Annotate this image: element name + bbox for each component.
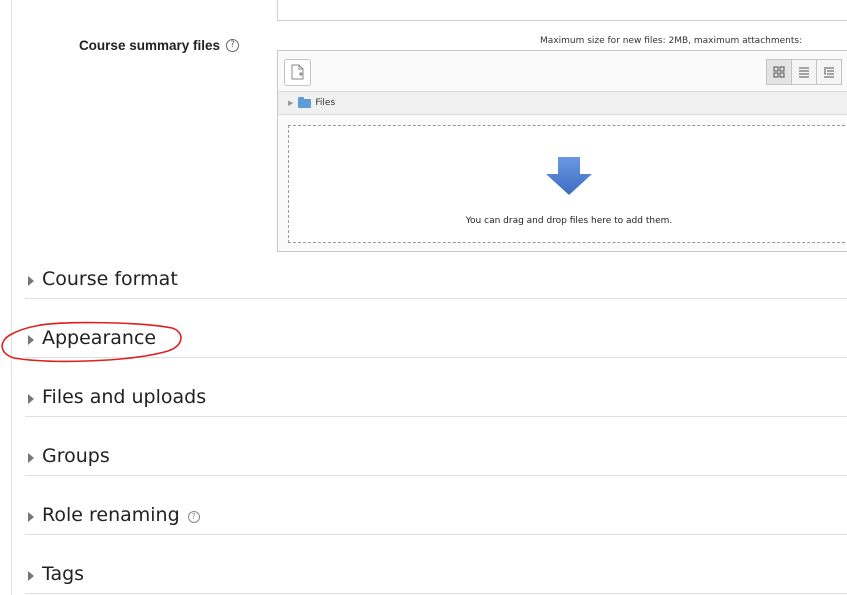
list-view-icon [799, 67, 809, 78]
course-summary-files-label: Course summary files ? [79, 38, 239, 53]
section-title-text: Course format [42, 268, 178, 290]
section-title-text: Role renaming [42, 504, 180, 526]
expand-triangle-icon[interactable]: ▶ [288, 99, 293, 107]
section-title-text: Files and uploads [42, 386, 207, 408]
help-icon[interactable]: ? [187, 511, 200, 523]
add-file-icon [291, 64, 304, 80]
file-path-bar: ▶ Files [278, 91, 847, 115]
expand-caret-icon [28, 453, 34, 463]
path-root-label[interactable]: Files [315, 98, 335, 108]
section-groups[interactable]: Groups [25, 442, 847, 476]
icons-view-button[interactable] [766, 59, 792, 85]
section-title-text: Groups [42, 445, 110, 467]
course-summary-files-label-text: Course summary files [78, 38, 220, 53]
folder-icon [298, 96, 312, 108]
section-title: Files and uploads [42, 386, 206, 408]
section-files-and-uploads[interactable]: Files and uploads [25, 383, 847, 417]
previous-field-box[interactable] [277, 0, 847, 21]
icons-view-icon [773, 66, 785, 78]
red-annotation-circle [1, 321, 182, 363]
section-title: Role renaming? [42, 504, 200, 526]
list-view-button[interactable] [791, 59, 817, 85]
max-size-text: Maximum size for new files: 2MB, maximum… [540, 36, 803, 46]
section-title: Course format [42, 268, 178, 290]
left-border [11, 0, 12, 595]
section-title-text: Tags [42, 563, 85, 585]
section-role-renaming[interactable]: Role renaming? [25, 501, 847, 535]
expand-caret-icon [28, 276, 34, 286]
section-tags[interactable]: Tags [25, 560, 847, 594]
file-picker: ▶ Files You can drag and drop files here… [277, 50, 847, 252]
help-icon[interactable]: ? [226, 39, 239, 52]
view-mode-group [766, 59, 842, 85]
drop-text: You can drag and drop files here to add … [465, 216, 673, 226]
download-arrow-icon [546, 157, 592, 195]
section-title: Groups [42, 445, 110, 467]
add-file-button[interactable] [284, 59, 311, 86]
expand-caret-icon [28, 394, 34, 404]
section-title: Tags [42, 563, 84, 585]
expand-caret-icon [28, 512, 34, 522]
tree-view-button[interactable] [816, 59, 842, 85]
section-course-format[interactable]: Course format [25, 265, 847, 299]
tree-view-icon [824, 67, 834, 78]
file-picker-toolbar [278, 51, 847, 91]
drop-zone[interactable]: You can drag and drop files here to add … [288, 125, 847, 243]
expand-caret-icon [28, 571, 34, 581]
